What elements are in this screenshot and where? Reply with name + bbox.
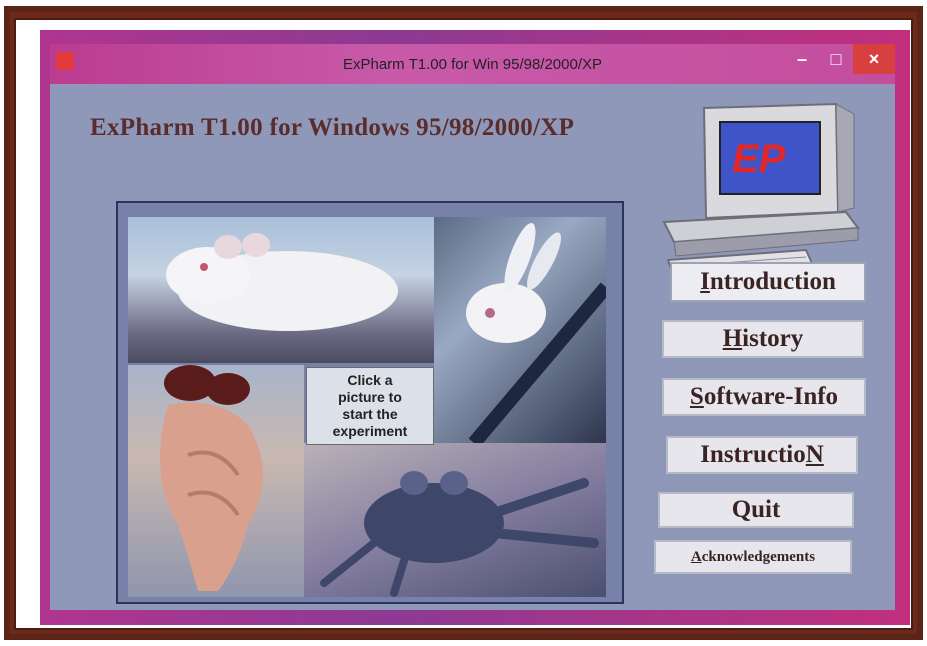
- history-accel: H: [722, 325, 743, 352]
- instruction-button[interactable]: Instructio N: [666, 436, 858, 474]
- minimize-icon[interactable]: –: [785, 44, 819, 74]
- prompt-line-2: picture to: [338, 389, 402, 405]
- title-bar[interactable]: ExPharm T1.00 for Win 95/98/2000/XP – □ …: [50, 44, 895, 84]
- instruction-label: Instructio: [700, 441, 806, 468]
- window-controls: – □ ×: [785, 44, 895, 84]
- acknowledgements-button[interactable]: Acknowledgements: [654, 540, 852, 574]
- prompt-line-1: Click a: [347, 372, 393, 388]
- introduction-accel: I: [700, 268, 710, 295]
- acknowledgements-label: cknowledgements: [701, 548, 816, 565]
- logo-ep-text: EP: [732, 137, 786, 181]
- introduction-label: ntroduction: [709, 268, 836, 295]
- prompt-line-3: start the: [342, 406, 398, 422]
- quit-button[interactable]: Quit: [658, 492, 854, 528]
- page-title: ExPharm T1.00 for Windows 95/98/2000/XP: [90, 114, 575, 141]
- history-label: istory: [742, 325, 804, 352]
- experiment-picture-collage: Click a picture to start the experiment: [116, 201, 624, 604]
- software-info-button[interactable]: Software-Info: [662, 378, 866, 416]
- isolated-organ-picture[interactable]: [128, 365, 304, 597]
- prompt-line-4: experiment: [332, 423, 408, 439]
- history-button[interactable]: History: [662, 320, 864, 358]
- introduction-button[interactable]: Introduction: [670, 262, 866, 302]
- acknowledgements-accel: A: [690, 548, 702, 565]
- app-window: ExPharm T1.00 for Win 95/98/2000/XP – □ …: [50, 44, 895, 610]
- frog-picture[interactable]: [304, 443, 606, 597]
- rabbit-picture[interactable]: [434, 217, 606, 443]
- mouse-picture[interactable]: [128, 217, 436, 363]
- maximize-icon[interactable]: □: [819, 44, 853, 74]
- instruction-accel: N: [805, 441, 824, 468]
- window-title: ExPharm T1.00 for Win 95/98/2000/XP: [342, 55, 603, 73]
- software-info-accel: S: [689, 383, 704, 410]
- close-icon[interactable]: ×: [853, 44, 895, 74]
- app-icon: [56, 52, 74, 70]
- software-info-label: oftware-Info: [703, 383, 839, 410]
- click-picture-prompt: Click a picture to start the experiment: [306, 367, 434, 445]
